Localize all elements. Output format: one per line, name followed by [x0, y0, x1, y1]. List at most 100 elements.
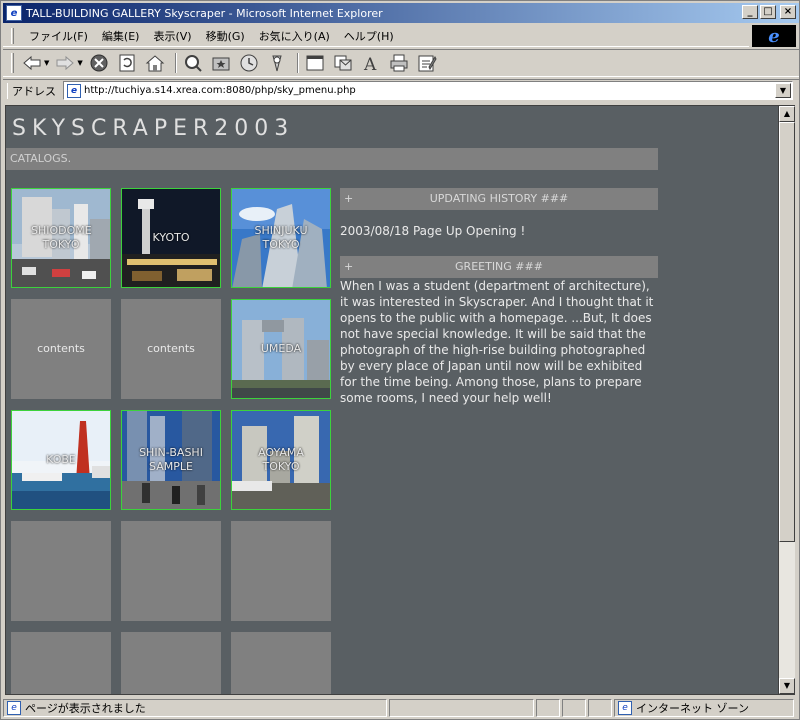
stop-icon	[90, 54, 108, 72]
thumbnail-aoyama[interactable]: AOYAMA TOKYO	[231, 410, 331, 510]
greeting-title: GREETING ###	[455, 260, 543, 273]
forward-button[interactable]	[53, 51, 77, 75]
maximize-button[interactable]: □	[760, 5, 776, 19]
ie-app-icon[interactable]: e	[6, 5, 22, 21]
menu-help[interactable]: ヘルプ(H)	[337, 26, 401, 46]
thumbnail-placeholder[interactable]	[231, 521, 331, 621]
toolbar-grip[interactable]	[11, 53, 14, 73]
expand-plus-icon[interactable]: +	[344, 188, 353, 210]
thumbnail-caption: SHIODOME TOKYO	[31, 224, 92, 251]
search-button[interactable]	[181, 51, 205, 75]
channels-icon	[272, 55, 282, 72]
status-pane-blank	[562, 699, 586, 717]
fullscreen-button[interactable]	[303, 51, 327, 75]
window-controls: _ □ ×	[742, 5, 796, 19]
mail-button[interactable]	[331, 51, 355, 75]
menu-favorites[interactable]: お気に入り(A)	[252, 26, 337, 46]
close-button[interactable]: ×	[780, 5, 796, 19]
scrollbar-thumb[interactable]	[779, 122, 795, 542]
status-bar: e ページが表示されました e インターネット ゾーン	[3, 698, 799, 718]
thumbnail-placeholder[interactable]	[121, 632, 221, 694]
status-message: ページが表示されました	[25, 702, 146, 715]
thumbnail-shinjuku[interactable]: SHINJUKU TOKYO	[231, 188, 331, 288]
vertical-scrollbar[interactable]: ▲ ▼	[779, 105, 795, 695]
thumbnail-caption: KYOTO	[152, 231, 190, 244]
status-pane-blank	[536, 699, 560, 717]
back-dropdown-icon[interactable]: ▼	[44, 59, 49, 67]
greeting-text: When I was a student (department of arch…	[340, 279, 654, 405]
menu-file[interactable]: ファイル(F)	[22, 26, 95, 46]
thumbnail-caption: contents	[147, 342, 195, 355]
thumbnail-caption: SHINJUKU TOKYO	[254, 224, 308, 251]
back-button[interactable]	[20, 51, 44, 75]
thumbnail-placeholder[interactable]	[121, 521, 221, 621]
thumbnail-caption: UMEDA	[260, 342, 302, 355]
thumbnail-placeholder[interactable]	[231, 632, 331, 694]
toolbar-separator	[174, 53, 177, 73]
update-history-title: UPDATING HISTORY ###	[429, 192, 569, 205]
print-button[interactable]	[387, 51, 411, 75]
thumbnail-placeholder[interactable]	[11, 521, 111, 621]
security-zone-pane: e インターネット ゾーン	[614, 699, 794, 717]
history-icon	[240, 54, 258, 72]
menu-bar: ファイル(F) 編集(E) 表示(V) 移動(G) お気に入り(A) ヘルプ(H…	[3, 25, 749, 47]
address-input[interactable]: e http://tuchiya.s14.xrea.com:8080/php/s…	[63, 81, 793, 100]
thumbnail-kyoto[interactable]: KYOTO	[121, 188, 221, 288]
toolbar: ▼ ▼ A	[3, 49, 799, 77]
refresh-icon	[119, 54, 135, 72]
menu-view[interactable]: 表示(V)	[146, 26, 198, 46]
title-bar[interactable]: e TALL-BUILDING GALLERY Skyscraper - Mic…	[3, 3, 799, 23]
forward-dropdown-icon[interactable]: ▼	[77, 59, 82, 67]
refresh-button[interactable]	[115, 51, 139, 75]
edit-pencil-icon	[418, 55, 437, 72]
address-url[interactable]: http://tuchiya.s14.xrea.com:8080/php/sky…	[84, 85, 775, 96]
site-title: SKYSCRAPER2003	[12, 116, 295, 141]
home-icon	[145, 55, 165, 72]
home-button[interactable]	[143, 51, 167, 75]
status-pane-blank	[588, 699, 612, 717]
thumbnail-caption: KOBE	[46, 453, 76, 466]
font-size-button[interactable]: A	[359, 51, 383, 75]
minimize-button[interactable]: _	[742, 5, 758, 19]
update-history-entry: 2003/08/18 Page Up Opening !	[340, 224, 526, 238]
edit-button[interactable]	[415, 51, 439, 75]
ie-throbber-logo: e	[752, 25, 796, 47]
search-icon	[184, 55, 202, 72]
update-history-header[interactable]: + UPDATING HISTORY ###	[340, 188, 658, 210]
ie-logo-icon: e	[768, 25, 780, 47]
expand-plus-icon[interactable]: +	[344, 256, 353, 278]
thumbnail-placeholder[interactable]	[11, 632, 111, 694]
page-icon: e	[67, 83, 81, 98]
favorites-button[interactable]	[209, 51, 233, 75]
zone-label: インターネット ゾーン	[636, 702, 749, 715]
mail-icon	[334, 55, 352, 71]
address-dropdown-icon[interactable]: ▼	[775, 83, 791, 98]
menu-go[interactable]: 移動(G)	[199, 26, 252, 46]
channels-button[interactable]	[265, 51, 289, 75]
toolbar-separator	[296, 53, 299, 73]
scroll-down-icon[interactable]: ▼	[779, 678, 795, 694]
favorites-folder-icon	[212, 57, 230, 71]
scroll-up-icon[interactable]: ▲	[779, 106, 795, 122]
status-message-pane: e ページが表示されました	[3, 699, 387, 717]
fullscreen-icon	[306, 55, 324, 71]
menu-grip[interactable]	[11, 27, 14, 44]
back-arrow-icon	[23, 55, 41, 71]
address-bar: アドレス e http://tuchiya.s14.xrea.com:8080/…	[3, 79, 799, 101]
stop-button[interactable]	[87, 51, 111, 75]
forward-arrow-icon	[56, 55, 75, 71]
thumbnail-kobe[interactable]: KOBE	[11, 410, 111, 510]
thumbnail-shinbashi[interactable]: SHIN-BASHI SAMPLE	[121, 410, 221, 510]
history-button[interactable]	[237, 51, 261, 75]
greeting-header[interactable]: + GREETING ###	[340, 256, 658, 278]
menu-edit[interactable]: 編集(E)	[95, 26, 147, 46]
browser-window: e TALL-BUILDING GALLERY Skyscraper - Mic…	[0, 0, 800, 720]
window-title: TALL-BUILDING GALLERY Skyscraper - Micro…	[26, 6, 383, 20]
printer-icon	[390, 54, 408, 72]
status-pane-blank	[389, 699, 534, 717]
thumbnail-shiodome[interactable]: SHIODOME TOKYO	[11, 188, 111, 288]
thumbnail-placeholder[interactable]: contents	[11, 299, 111, 399]
thumbnail-placeholder[interactable]: contents	[121, 299, 221, 399]
thumbnail-umeda[interactable]: UMEDA	[231, 299, 331, 399]
page-viewport: SKYSCRAPER2003 CATALOGS. SHIODOME TOKYO	[5, 105, 779, 695]
